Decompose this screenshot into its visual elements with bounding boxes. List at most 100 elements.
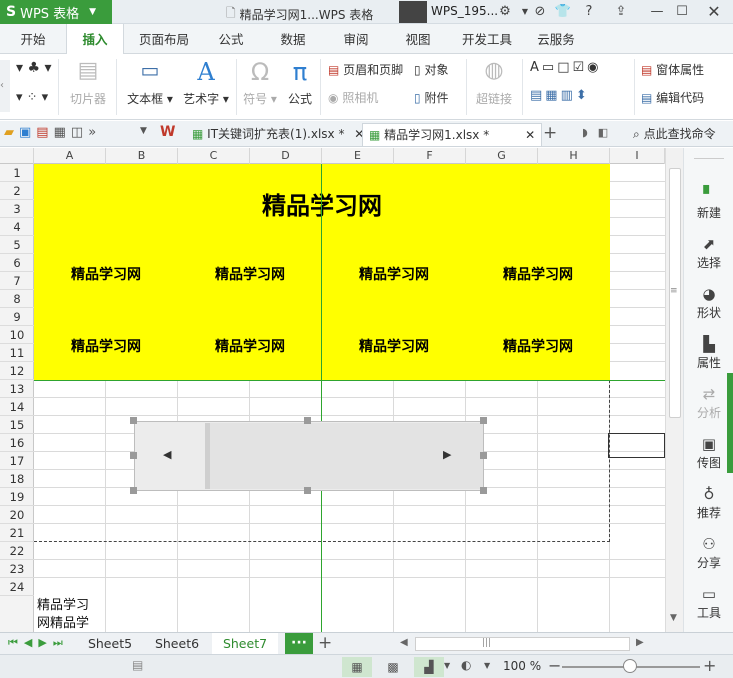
row-header[interactable]: 18 xyxy=(0,470,34,488)
cell-label[interactable]: 精品学习网 xyxy=(34,336,178,356)
status-doc-icon[interactable]: ▤ xyxy=(132,658,143,672)
listbox-control-icon[interactable]: ▦ xyxy=(545,88,560,103)
last-sheet-icon[interactable]: ⏭ xyxy=(53,636,69,649)
column-header-g[interactable]: G xyxy=(466,148,538,164)
label-control-icon[interactable]: A xyxy=(530,60,542,75)
pane-collapse-handle[interactable] xyxy=(727,373,733,473)
resize-handle[interactable] xyxy=(130,452,137,459)
chevron-down-icon[interactable]: ▼ xyxy=(140,126,147,136)
tab-review[interactable]: 审阅 xyxy=(333,24,379,54)
row-header[interactable]: 9 xyxy=(0,308,34,326)
slicer-button[interactable]: ▤ 切片器 xyxy=(66,58,110,107)
formula-button[interactable]: π 公式 xyxy=(284,58,316,107)
pane-upload-image-button[interactable]: ▣ 传图 xyxy=(684,434,733,471)
vertical-scrollbar[interactable]: ≡ ▼ xyxy=(665,148,683,632)
column-header-h[interactable]: H xyxy=(538,148,610,164)
next-sheet-icon[interactable]: ▶ xyxy=(38,636,52,649)
tab-tools-icons[interactable]: ◗◧ xyxy=(582,126,618,139)
pane-recommend-button[interactable]: ♁ 推荐 xyxy=(684,484,733,521)
avatar[interactable] xyxy=(399,1,427,23)
column-header-c[interactable]: C xyxy=(178,148,250,164)
shirt-icon[interactable]: 👕 xyxy=(554,3,572,21)
row-header[interactable]: 16 xyxy=(0,434,34,452)
search-command[interactable]: ⌕ 点此查找命令 xyxy=(633,125,716,142)
column-header-i[interactable]: I xyxy=(610,148,665,164)
resize-handle[interactable] xyxy=(480,417,487,424)
app-menu-button[interactable]: S WPS 表格 ▼ xyxy=(0,0,112,24)
column-header-d[interactable]: D xyxy=(250,148,322,164)
form-controls-row1[interactable]: A▭□☑◉ xyxy=(530,60,602,75)
row-header[interactable]: 22 xyxy=(0,542,34,560)
resize-handle[interactable] xyxy=(304,417,311,424)
row-header[interactable]: 7 xyxy=(0,272,34,290)
checkbox-control-icon[interactable]: ☑ xyxy=(573,60,588,75)
select-all-corner[interactable] xyxy=(0,148,34,164)
doc-tab-2[interactable]: ▦ 精品学习网1.xlsx * ✕ xyxy=(362,123,543,146)
pane-analyze-button[interactable]: ⇄ 分析 xyxy=(684,384,733,421)
sparkline-icon[interactable]: ▾ ⁘ ▾ xyxy=(16,90,48,105)
symbol-button[interactable]: Ω 符号 ▾ xyxy=(240,58,280,107)
row-header[interactable]: 17 xyxy=(0,452,34,470)
pdf-icon[interactable]: ▤ xyxy=(36,125,53,140)
scrollbar-form-control[interactable]: ◀ ▶ xyxy=(134,421,484,491)
sheet-tab-sheet7[interactable]: Sheet7 xyxy=(212,633,278,655)
row-header[interactable]: 6 xyxy=(0,254,34,272)
zoom-in-icon[interactable]: + xyxy=(703,656,716,675)
help-icon[interactable]: ? xyxy=(580,3,598,21)
cell-label[interactable]: 精品学习网 xyxy=(466,336,610,356)
resize-handle[interactable] xyxy=(480,452,487,459)
row-header[interactable]: 1 xyxy=(0,164,34,182)
resize-handle[interactable] xyxy=(304,487,311,494)
scroll-right-arrow-icon[interactable]: ▶ xyxy=(443,448,451,461)
header-footer-button[interactable]: ▤ 页眉和页脚 xyxy=(328,61,403,78)
cell-label[interactable]: 精品学习网 xyxy=(178,264,322,284)
reading-mode-button[interactable]: ▟ xyxy=(414,657,444,677)
row-header[interactable]: 2 xyxy=(0,182,34,200)
first-sheet-icon[interactable]: ⏮ xyxy=(8,636,24,649)
zoom-level[interactable]: 100 % xyxy=(503,659,541,673)
tab-home[interactable]: 开始 xyxy=(10,24,56,54)
active-cell[interactable] xyxy=(608,433,665,458)
textbox-button[interactable]: ▭ 文本框 ▾ xyxy=(124,58,176,107)
chevron-down-icon[interactable]: ▼ xyxy=(484,661,490,670)
close-icon[interactable]: ✕ xyxy=(525,128,535,142)
tab-data[interactable]: 数据 xyxy=(270,24,316,54)
row-header[interactable]: 5 xyxy=(0,236,34,254)
cell-label[interactable]: 精品学习网 xyxy=(34,264,178,284)
cell-grid[interactable]: 精品学习网 精品学习网 精品学习网 精品学习网 精品学习网 精品学习网 精品学习… xyxy=(34,164,665,632)
row-header[interactable]: 11 xyxy=(0,344,34,362)
scroll-left-arrow-icon[interactable]: ◀ xyxy=(163,448,171,461)
normal-view-button[interactable]: ▦ xyxy=(342,657,372,677)
tab-developer[interactable]: 开发工具 xyxy=(456,24,518,54)
chart-icon[interactable]: ▾ ♣ ▾ xyxy=(16,60,52,76)
sheet-tab-sheet5[interactable]: Sheet5 xyxy=(78,633,142,655)
row-header[interactable]: 20 xyxy=(0,506,34,524)
column-header-a[interactable]: A xyxy=(34,148,106,164)
zoom-out-icon[interactable]: − xyxy=(548,656,561,675)
new-tab-icon[interactable]: + xyxy=(543,123,557,143)
tab-formula[interactable]: 公式 xyxy=(208,24,254,54)
form-controls-row2[interactable]: ▤▦▥⬍ xyxy=(530,88,590,103)
object-button[interactable]: ▯ 对象 xyxy=(414,61,448,78)
tab-cloud[interactable]: 云服务 xyxy=(531,24,581,54)
scrollbar-thumb[interactable] xyxy=(205,423,483,489)
row-header[interactable]: 14 xyxy=(0,398,34,416)
radio-control-icon[interactable]: ◉ xyxy=(587,60,601,75)
tab-insert[interactable]: 插入 xyxy=(66,24,124,55)
pane-properties-button[interactable]: ▙ 属性 xyxy=(684,334,733,371)
pane-tools-button[interactable]: ▭ 工具 xyxy=(684,584,733,621)
camera-button[interactable]: ◉ 照相机 xyxy=(328,89,378,106)
resize-handle[interactable] xyxy=(130,487,137,494)
settings-icon[interactable]: ⚙ xyxy=(496,3,514,21)
user-name[interactable]: WPS_195... xyxy=(431,4,498,18)
row-header[interactable]: 10 xyxy=(0,326,34,344)
ribbon-scroll-left-icon[interactable]: ‹ xyxy=(0,60,10,112)
textbox-control-icon[interactable]: ▭ xyxy=(542,60,557,75)
scrollbar-control-icon[interactable]: ▥ xyxy=(561,88,576,103)
eye-protection-icon[interactable]: ◐ xyxy=(461,658,471,672)
doc-tab-1[interactable]: ▦ IT关键词扩充表(1).xlsx * ✕ xyxy=(186,123,370,146)
spinner-control-icon[interactable]: ⬍ xyxy=(576,88,590,103)
row-header[interactable]: 21 xyxy=(0,524,34,542)
row-header[interactable]: 19 xyxy=(0,488,34,506)
row-header[interactable]: 8 xyxy=(0,290,34,308)
